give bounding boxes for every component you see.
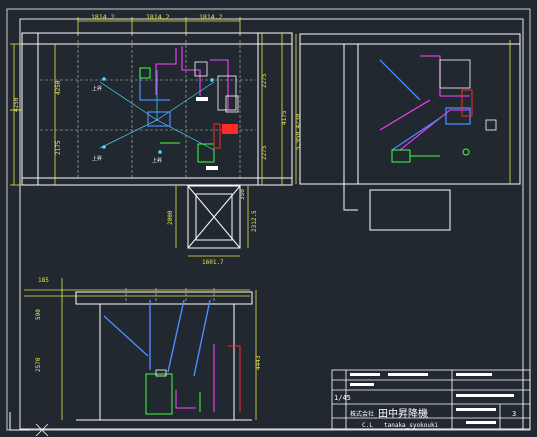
side-elevation-view: 5,950 4230 <box>295 33 521 231</box>
dim-side-vertical: 5,950 4230 <box>295 113 302 150</box>
dim-lower-4: 1601.7 <box>202 259 224 266</box>
dim-top-1: 1814.2 <box>91 13 115 21</box>
dim-section-3: 2570 <box>35 357 42 372</box>
drawing-border-inner <box>19 18 524 430</box>
cad-drawing-canvas[interactable]: 1814.2 1814.2 1814.2 4250 4250 2175 上昇 上… <box>0 0 537 437</box>
dim-section-right: 4443 <box>255 355 262 370</box>
dim-right-2: 2275 <box>261 145 268 160</box>
dim-left-2: 4250 <box>55 80 62 95</box>
plan-view: 1814.2 1814.2 1814.2 4250 4250 2175 上昇 上… <box>10 13 293 266</box>
section-view: 185 590 2570 4443 <box>24 277 262 421</box>
dim-left-1: 4250 <box>13 97 20 112</box>
title-block: 1/45 株式会社 田中昇降機 C.L tanaka_syokouki 3 <box>331 369 531 430</box>
dim-right-1: 2275 <box>261 73 268 88</box>
title-line-label: C.L <box>362 422 373 429</box>
title-company-prefix: 株式会社 <box>350 410 374 418</box>
plan-label-a2: 上昇 <box>92 155 102 162</box>
plan-label-a3: 上昇 <box>152 157 162 164</box>
dim-lower-1: 350 <box>239 189 246 200</box>
title-company-name: 田中昇降機 <box>378 407 428 420</box>
dim-section-1: 185 <box>38 277 49 284</box>
title-scale: 1/45 <box>334 394 351 402</box>
dim-section-2: 590 <box>35 309 42 320</box>
dim-top-2: 1814.2 <box>146 13 170 21</box>
drawing-border-outer <box>6 8 531 431</box>
title-sheet-number: 3 <box>512 410 516 418</box>
title-romaji: tanaka_syokouki <box>384 422 439 429</box>
dim-left-3: 2175 <box>55 140 62 155</box>
dim-top-3: 1814.2 <box>199 13 223 21</box>
dim-right-3: 4175 <box>281 110 288 125</box>
plan-label-a1: 上昇 <box>92 85 102 92</box>
dim-lower-3: 2312.5 <box>251 210 258 232</box>
dim-lower-2: 2000 <box>167 210 174 225</box>
